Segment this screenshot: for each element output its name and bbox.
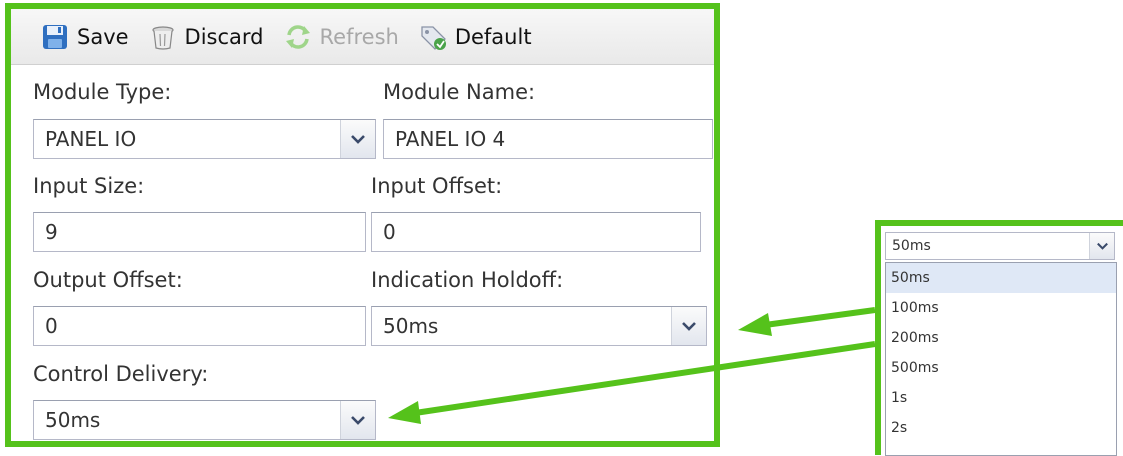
arrow-to-indication-holdoff bbox=[738, 307, 876, 336]
annotation-arrows bbox=[388, 307, 876, 424]
arrow-to-control-delivery bbox=[388, 341, 876, 424]
